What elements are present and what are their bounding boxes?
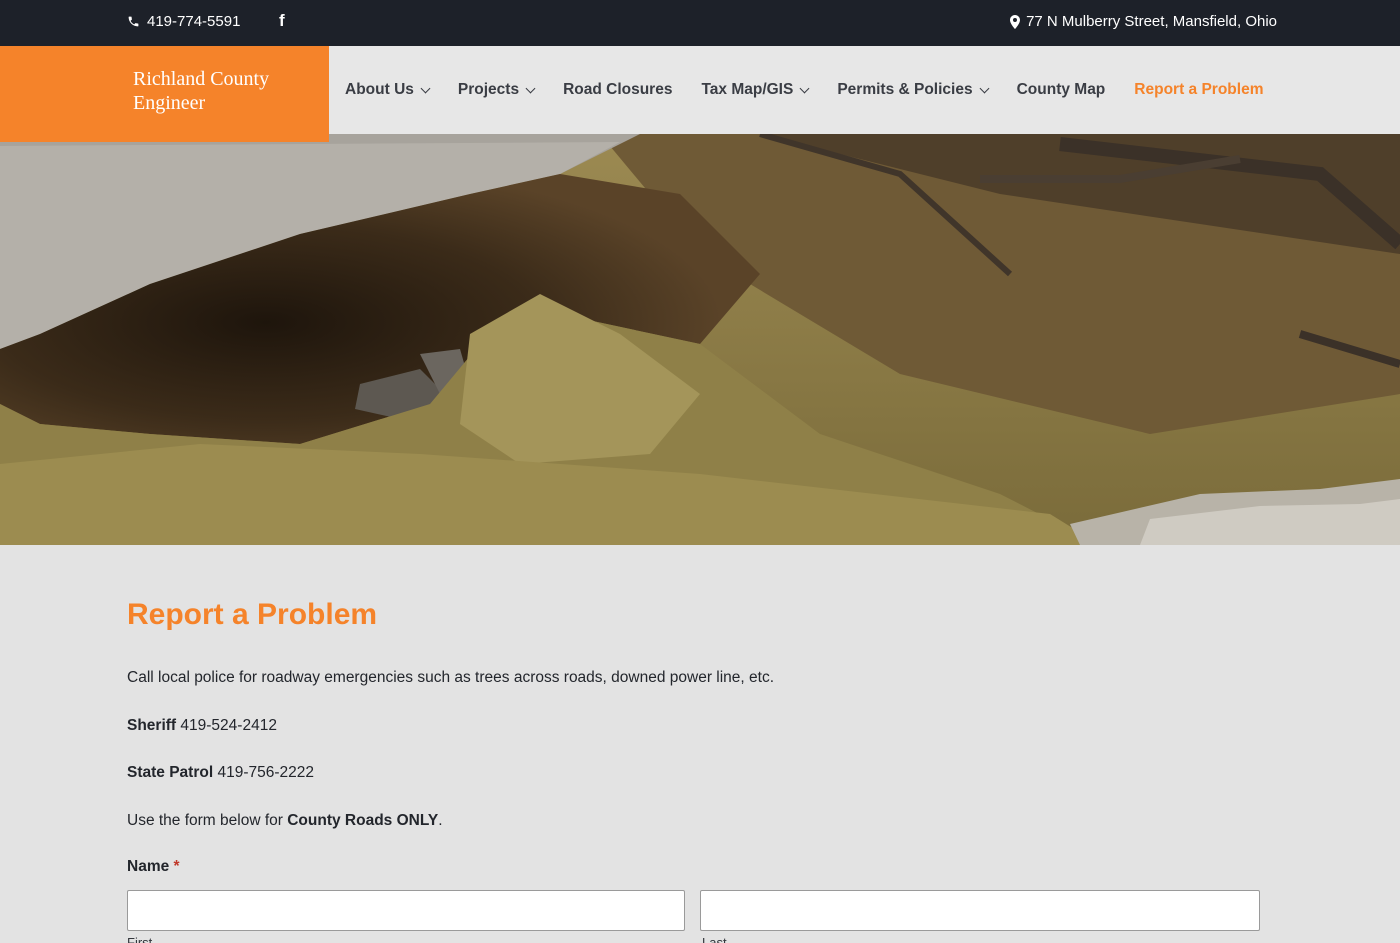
main-content: Report a Problem Call local police for r… xyxy=(127,598,1260,943)
chevron-down-icon xyxy=(420,83,431,93)
last-name-sublabel: Last xyxy=(702,935,727,943)
sheriff-phone: 419-524-2412 xyxy=(180,717,277,734)
nav-item-report-a-problem[interactable]: Report a Problem xyxy=(1134,81,1263,99)
sheriff-contact: Sheriff 419-524-2412 xyxy=(127,716,277,736)
form-note-prefix: Use the form below for xyxy=(127,812,288,829)
name-label: Name * xyxy=(127,858,180,876)
nav-item-county-map[interactable]: County Map xyxy=(1017,81,1106,99)
page-title: Report a Problem xyxy=(127,598,378,631)
nav-item-label: Report a Problem xyxy=(1134,81,1264,98)
patrol-contact: State Patrol 419-756-2222 xyxy=(127,763,314,783)
top-bar: 419-774-5591 f 77 N Mulberry Street, Man… xyxy=(0,0,1400,46)
nav-item-label: County Map xyxy=(1016,81,1106,98)
sheriff-label: Sheriff xyxy=(127,717,177,734)
chevron-down-icon xyxy=(799,83,810,93)
nav-item-label: Permits & Policies xyxy=(837,81,973,98)
logo-line-1: Richland County xyxy=(133,68,270,90)
facebook-icon[interactable]: f xyxy=(279,11,285,31)
hero-image xyxy=(0,134,1400,545)
map-pin-icon xyxy=(1010,14,1021,29)
nav-item-label: Projects xyxy=(457,81,520,98)
main-nav: About Us Projects Road Closures Tax Map/… xyxy=(345,46,1292,134)
nav-item-road-closures[interactable]: Road Closures xyxy=(563,81,672,99)
nav-item-permits-policies[interactable]: Permits & Policies xyxy=(837,81,990,99)
required-mark: * xyxy=(173,858,180,875)
nav-item-tax-map-gis[interactable]: Tax Map/GIS xyxy=(701,81,810,99)
nav-item-label: Tax Map/GIS xyxy=(701,81,794,98)
first-name-input[interactable] xyxy=(127,890,685,931)
patrol-label: State Patrol xyxy=(127,764,214,781)
chevron-down-icon xyxy=(979,83,990,93)
phone-number: 419-774-5591 xyxy=(147,13,241,30)
chevron-down-icon xyxy=(525,83,536,93)
address: 77 N Mulberry Street, Mansfield, Ohio xyxy=(1010,13,1277,30)
name-label-text: Name xyxy=(127,858,170,875)
nav-item-projects[interactable]: Projects xyxy=(457,81,536,99)
nav-item-label: Road Closures xyxy=(563,81,673,98)
last-name-input[interactable] xyxy=(700,890,1260,931)
phone-icon xyxy=(128,16,139,27)
nav-item-label: About Us xyxy=(345,81,414,98)
form-note-suffix: . xyxy=(438,812,443,829)
form-note: Use the form below for County Roads ONLY… xyxy=(127,811,443,831)
site-logo[interactable]: Richland County Engineer xyxy=(0,46,329,142)
intro-text: Call local police for roadway emergencie… xyxy=(127,669,775,686)
patrol-phone: 419-756-2222 xyxy=(217,764,314,781)
address-text: 77 N Mulberry Street, Mansfield, Ohio xyxy=(1026,13,1277,30)
nav-item-about-us[interactable]: About Us xyxy=(345,81,431,99)
logo-text: Richland County Engineer xyxy=(133,67,313,115)
logo-line-2: Engineer xyxy=(133,92,206,114)
first-name-sublabel: First xyxy=(127,935,153,943)
form-note-bold: County Roads ONLY xyxy=(287,812,439,829)
phone-link[interactable]: 419-774-5591 xyxy=(127,13,240,30)
